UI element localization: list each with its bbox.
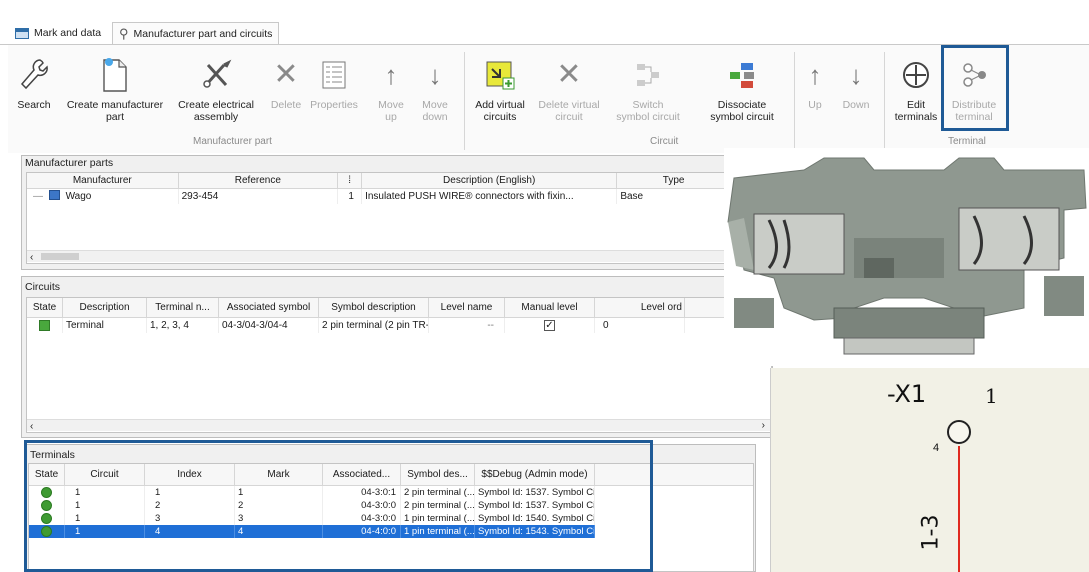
group-label-manufacturer-part: Manufacturer part xyxy=(193,136,272,147)
wire-label: 1-3 xyxy=(918,514,944,551)
pin-number: 4 xyxy=(933,442,940,454)
sort-icon: ⁞ xyxy=(348,175,351,186)
pin-number: 1 xyxy=(985,384,998,408)
column-header[interactable]: Manual level xyxy=(505,298,595,317)
add-virtual-circuits-button[interactable]: Add virtual circuits xyxy=(468,55,532,123)
column-header[interactable]: Reference xyxy=(179,173,339,188)
up-button[interactable]: ↑ Up xyxy=(804,55,826,111)
column-header[interactable]: Terminal n... xyxy=(147,298,219,317)
part-icon xyxy=(48,190,60,200)
horizontal-scrollbar[interactable]: ‹ xyxy=(27,250,731,263)
wire xyxy=(958,446,960,572)
dissociate-symbol-circuit-button[interactable]: Dissociate symbol circuit xyxy=(700,55,784,123)
highlight-box-terminals xyxy=(24,440,653,572)
chevron-left-icon: ‹ xyxy=(30,421,34,432)
arrow-up-icon: ↑ xyxy=(808,60,822,90)
group-label-circuit: Circuit xyxy=(650,136,679,147)
new-document-icon xyxy=(100,55,130,95)
panel-title: Manufacturer parts xyxy=(25,157,114,169)
table-icon xyxy=(15,27,29,39)
move-down-button[interactable]: ↓ Move down xyxy=(417,55,453,123)
column-header[interactable]: Symbol description xyxy=(319,298,429,317)
wrench-icon: ⚲ xyxy=(119,25,129,41)
create-electrical-assembly-button[interactable]: Create electrical assembly xyxy=(168,55,264,123)
dissociate-icon xyxy=(727,55,757,95)
wrench-icon xyxy=(18,55,50,95)
chevron-left-icon: ‹ xyxy=(30,252,34,263)
terminal-plus-icon xyxy=(901,55,931,95)
tools-icon xyxy=(198,55,234,95)
group-label-terminal: Terminal xyxy=(948,136,986,147)
circuits-grid: State Description Terminal n... Associat… xyxy=(26,297,772,433)
schematic-drawing: -X1 1 4 1-3 xyxy=(770,368,1089,572)
panel-title: Circuits xyxy=(25,281,61,293)
down-button[interactable]: ↓ Down xyxy=(838,55,874,111)
close-icon: ✕ xyxy=(556,58,582,91)
tab-manufacturer-part-and-circuits[interactable]: ⚲ Manufacturer part and circuits xyxy=(112,22,280,44)
terminal-tag: -X1 xyxy=(887,380,927,408)
highlight-box-distribute xyxy=(941,45,1009,131)
edit-terminals-button[interactable]: Edit terminals xyxy=(893,55,939,123)
horizontal-scrollbar[interactable]: ‹ › xyxy=(27,419,771,432)
delete-virtual-circuit-button[interactable]: ✕ Delete virtual circuit xyxy=(537,55,601,124)
terminal-block-photo xyxy=(724,148,1089,366)
scroll-thumb[interactable] xyxy=(41,253,79,260)
switch-symbol-circuit-button[interactable]: Switch symbol circuit xyxy=(616,55,680,123)
table-row[interactable]: Terminal 1, 2, 3, 4 04-3/04-3/04-4 2 pin… xyxy=(27,318,771,333)
move-up-button[interactable]: ↑ Move up xyxy=(376,55,406,123)
column-header[interactable]: Level name xyxy=(429,298,505,317)
tree-connector: — xyxy=(33,191,43,202)
switch-icon xyxy=(633,55,663,95)
chevron-right-icon: › xyxy=(761,420,765,431)
column-header[interactable]: Description xyxy=(63,298,147,317)
column-header[interactable]: Manufacturer xyxy=(27,173,179,188)
manual-level-checkbox[interactable]: ✓ xyxy=(544,320,555,331)
tab-mark-and-data[interactable]: Mark and data xyxy=(8,22,108,44)
properties-icon xyxy=(321,55,347,95)
properties-button[interactable]: Properties xyxy=(310,55,358,111)
ribbon-separator xyxy=(794,52,795,150)
close-icon: ✕ xyxy=(273,58,299,91)
column-header[interactable]: State xyxy=(27,298,63,317)
terminal-symbol[interactable] xyxy=(947,420,971,444)
ribbon-separator xyxy=(464,52,465,150)
ribbon-separator xyxy=(884,52,885,150)
column-header[interactable]: Description (English) xyxy=(362,173,618,188)
arrow-down-icon: ↓ xyxy=(428,60,442,90)
column-header[interactable]: Level ord xyxy=(595,298,685,317)
column-header-quantity[interactable]: ⁞ xyxy=(338,173,363,188)
delete-button[interactable]: ✕ Delete xyxy=(268,55,304,112)
create-manufacturer-part-button[interactable]: Create manufacturer part xyxy=(60,55,170,123)
arrow-up-icon: ↑ xyxy=(384,60,398,90)
column-header[interactable]: Associated symbol xyxy=(219,298,319,317)
table-row[interactable]: — Wago 293-454 1 Insulated PUSH WIRE® co… xyxy=(27,189,731,204)
add-circuit-icon xyxy=(484,55,516,95)
column-header[interactable]: Type xyxy=(617,173,731,188)
search-button[interactable]: Search xyxy=(14,55,54,111)
status-indicator xyxy=(39,320,50,331)
arrow-down-icon: ↓ xyxy=(849,60,863,90)
